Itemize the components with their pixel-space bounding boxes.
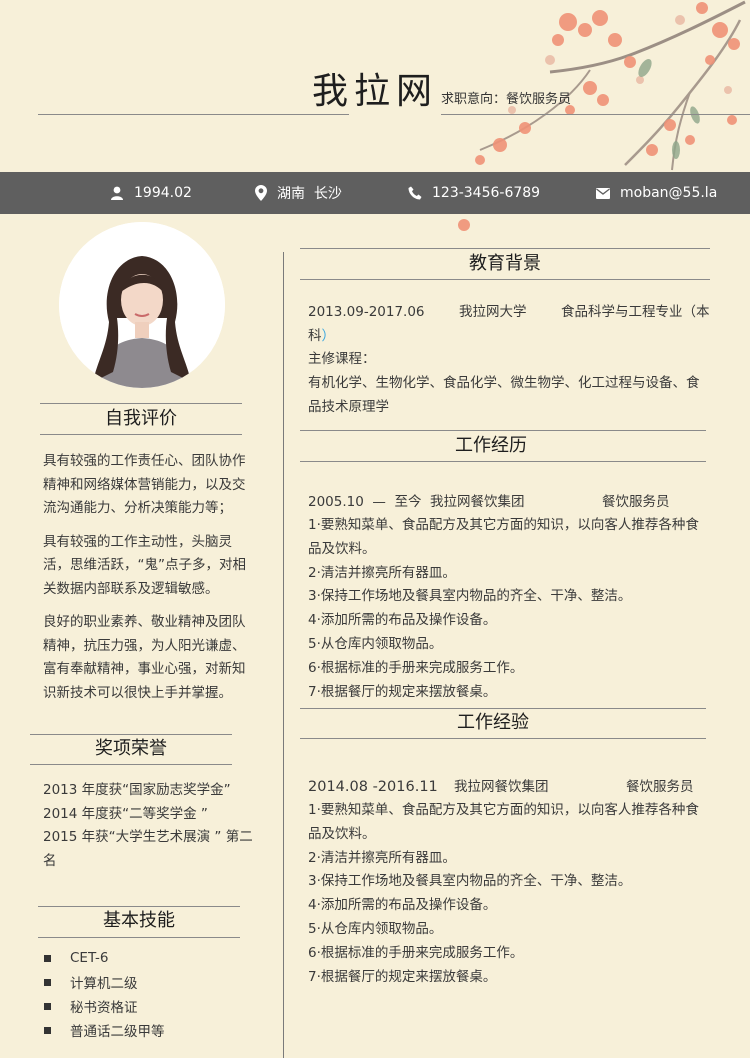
duty-item: 1·要熟知菜单、食品配方及其它方面的知识，以向客人推荐各种食品及饮料。 — [308, 517, 699, 557]
work-history-bottom-line — [300, 461, 706, 462]
education-body: 2013.09-2017.06 我拉网大学 食品科学与工程专业（本 科） 主修课… — [308, 300, 712, 419]
education-major-close: ） — [321, 328, 336, 344]
column-divider — [283, 252, 284, 1058]
work-history-period: 2005.10 — 至今 — [308, 494, 422, 510]
education-top-line — [300, 248, 710, 249]
duty-item: 4·添加所需的布品及操作设备。 — [308, 897, 497, 914]
skills-title: 基本技能 — [103, 910, 175, 931]
phone-icon — [408, 186, 422, 200]
self-eval-top-line — [40, 403, 242, 404]
skill-item: 计算机二级 — [44, 970, 264, 994]
education-title: 教育背景 — [469, 253, 541, 274]
skill-item: 普通话二级甲等 — [44, 1018, 264, 1042]
self-eval-paragraph: 良好的职业素养、敬业精神及团队精神，抗压力强，为人阳光谦虚、富有奉献精神，事业心… — [43, 614, 246, 701]
work-exp-entry: 2014.08 -2016.11 我拉网餐饮集团 餐饮服务员 — [308, 775, 712, 799]
work-history-entry: 2005.10 — 至今 我拉网餐饮集团 餐饮服务员 — [308, 490, 712, 514]
duty-item: 7·根据餐厅的规定来摆放餐桌。 — [308, 683, 497, 700]
awards-title: 奖项荣誉 — [95, 738, 167, 759]
duty-item: 5·从仓库内领取物品。 — [308, 920, 443, 937]
courses-label: 主修课程： — [308, 351, 376, 367]
job-intent: 求职意向：餐饮服务员 — [441, 92, 572, 107]
work-exp-company: 我拉网餐饮集团 — [454, 779, 549, 795]
skill-label: 计算机二级 — [70, 976, 138, 992]
self-eval-paragraph: 具有较强的工作责任心、团队协作精神和网络媒体营销能力，以及交流沟通能力、分析决策… — [43, 453, 246, 516]
location-pin-icon — [255, 185, 267, 201]
work-exp-period: 2014.08 -2016.11 — [308, 779, 438, 795]
duty-item: 3·保持工作场地及餐具室内物品的齐全、干净、整洁。 — [308, 873, 632, 890]
skills-list: CET-6 计算机二级 秘书资格证 普通话二级甲等 — [44, 946, 264, 1042]
contact-phone: 123-3456-6789 — [408, 172, 540, 214]
education-major-continued: 科） — [308, 324, 712, 348]
bullet-square-icon — [44, 978, 51, 986]
duty-item: 3·保持工作场地及餐具室内物品的齐全、干净、整洁。 — [308, 588, 632, 605]
courses-text: 有机化学、生物化学、食品化学、微生物学、化工过程与设备、食品技术原理学 — [308, 374, 700, 415]
education-school: 我拉网大学 — [459, 304, 527, 320]
work-history-body: 2005.10 — 至今 我拉网餐饮集团 餐饮服务员 1·要熟知菜单、食品配方及… — [308, 490, 712, 704]
skill-item: CET-6 — [44, 946, 264, 970]
self-eval-bottom-line — [40, 434, 242, 435]
work-exp-bottom-line — [300, 738, 706, 739]
award-item: 2013 年度获“国家励志奖学金” — [43, 782, 231, 798]
duty-item: 4·添加所需的布品及操作设备。 — [308, 612, 497, 629]
self-eval-paragraph: 具有较强的工作主动性，头脑灵活，思维活跃，“鬼”点子多，对相关数据内部联系及逻辑… — [43, 533, 246, 597]
work-history-company: 我拉网餐饮集团 — [430, 494, 525, 510]
birth-text: 1994.02 — [134, 185, 192, 201]
mail-icon — [596, 187, 610, 199]
portrait-illustration — [59, 222, 225, 388]
work-exp-position: 餐饮服务员 — [626, 779, 694, 795]
education-period: 2013.09-2017.06 — [308, 304, 425, 320]
skill-item: 秘书资格证 — [44, 994, 264, 1018]
contact-birth: 1994.02 — [110, 172, 192, 214]
skill-label: 普通话二级甲等 — [70, 1024, 165, 1040]
bullet-square-icon — [44, 1026, 51, 1034]
self-eval-body: 具有较强的工作责任心、团队协作精神和网络媒体营销能力，以及交流沟通能力、分析决策… — [43, 450, 255, 705]
work-exp-title: 工作经验 — [457, 712, 529, 733]
contact-location: 湖南 长沙 — [255, 172, 342, 214]
bullet-square-icon — [44, 954, 51, 962]
contact-email: moban@55.la — [596, 172, 717, 214]
header-divider-right — [441, 114, 750, 115]
duty-item: 5·从仓库内领取物品。 — [308, 635, 443, 652]
location-text: 湖南 长沙 — [277, 186, 342, 202]
user-icon — [111, 186, 123, 200]
education-major-cont: 科 — [308, 328, 322, 344]
awards-bottom-line — [30, 764, 232, 765]
bullet-square-icon — [44, 1002, 51, 1010]
skills-bottom-line — [38, 937, 240, 938]
skill-label: 秘书资格证 — [70, 1000, 138, 1016]
avatar — [59, 222, 225, 388]
header-divider-left — [38, 114, 349, 115]
awards-list: 2013 年度获“国家励志奖学金” 2014 年度获“二等奖学金 ” 2015 … — [43, 779, 255, 873]
self-eval-title: 自我评价 — [105, 408, 177, 429]
duty-item: 2·清洁并擦亮所有器皿。 — [308, 849, 456, 866]
work-history-position: 餐饮服务员 — [602, 494, 670, 510]
duty-item: 6·根据标准的手册来完成服务工作。 — [308, 944, 524, 961]
education-major: 食品科学与工程专业（本 — [561, 304, 710, 320]
education-bottom-line — [300, 279, 710, 280]
award-item: 2014 年度获“二等奖学金 ” — [43, 805, 208, 822]
duty-item: 2·清洁并擦亮所有器皿。 — [308, 564, 456, 581]
skill-label: CET-6 — [70, 950, 109, 966]
work-history-title: 工作经历 — [455, 435, 527, 456]
duty-item: 7·根据餐厅的规定来摆放餐桌。 — [308, 968, 497, 985]
duty-item: 1·要熟知菜单、食品配方及其它方面的知识，以向客人推荐各种食品及饮料。 — [308, 802, 699, 842]
award-item: 2015 年获“大学生艺术展演 ” 第二名 — [43, 829, 253, 869]
work-exp-body: 2014.08 -2016.11 我拉网餐饮集团 餐饮服务员 1·要熟知菜单、食… — [308, 775, 712, 989]
phone-link[interactable]: 123-3456-6789 — [432, 185, 540, 201]
email-link[interactable]: moban@55.la — [620, 185, 717, 201]
education-entry: 2013.09-2017.06 我拉网大学 食品科学与工程专业（本 — [308, 300, 712, 324]
contact-bar: 1994.02 湖南 长沙 123-3456-6789 moban@55.la — [0, 172, 750, 214]
work-history-top-line — [300, 430, 706, 431]
candidate-name: 我拉网 — [312, 71, 439, 112]
duty-item: 6·根据标准的手册来完成服务工作。 — [308, 659, 524, 676]
